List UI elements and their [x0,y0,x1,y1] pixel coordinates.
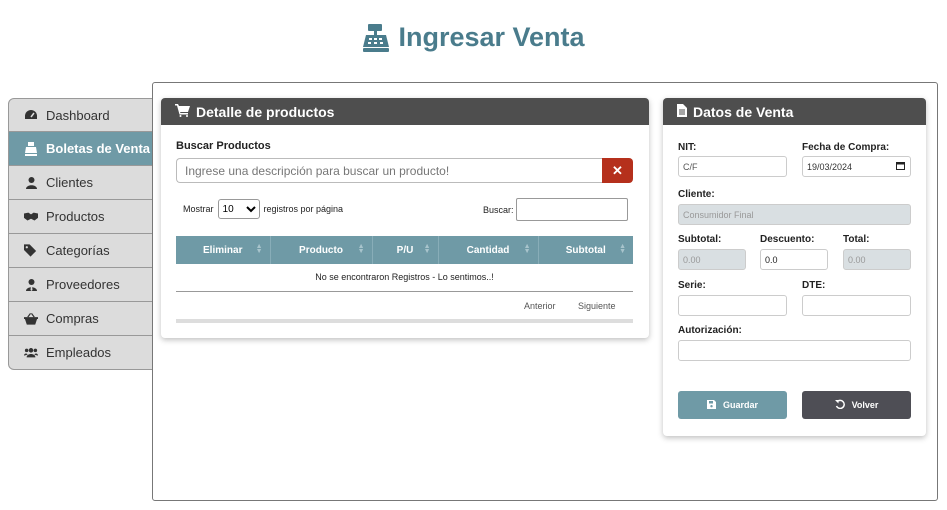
sale-data-card: Datos de Venta NIT: C/F Fecha de Compra:… [663,98,926,436]
sidebar-item-empleados[interactable]: Empleados [8,336,154,370]
show-suffix-label: registros por página [263,204,344,214]
sort-icon: ▲ ▼ [357,243,365,255]
sidebar-item-productos[interactable]: Productos [8,200,154,234]
sidebar-item-label: Empleados [46,345,112,360]
back-button[interactable]: Volver [802,391,911,419]
sale-data-card-title: Datos de Venta [693,103,794,120]
sidebar-item-label: Clientes [46,175,93,190]
empty-table-message: No se encontraron Registros - Lo sentimo… [176,264,633,292]
sidebar-item-categorias[interactable]: Categorías [8,234,154,268]
page-length-select[interactable]: 10 [217,199,260,219]
sort-icon: ▲ ▼ [523,243,531,255]
column-header-subtotal[interactable]: Subtotal ▲ ▼ [538,236,633,264]
purchase-date-label: Fecha de Compra: [802,142,890,153]
close-icon: ✕ [612,162,623,178]
sidebar-item-boletas-de-venta[interactable]: Boletas de Venta [8,132,154,166]
search-products-input[interactable] [176,158,603,183]
sidebar-item-label: Compras [46,311,99,326]
save-button-label: Guardar [722,400,758,410]
basket-icon [24,312,38,326]
pagination-next[interactable]: Siguiente [578,301,616,311]
cash-register-icon [363,23,390,52]
cash-register-icon [24,141,38,156]
products-card-title: Detalle de productos [196,103,335,120]
table-filter: Buscar: [483,198,628,221]
handshake-icon [24,210,38,224]
clear-search-button[interactable]: ✕ [602,158,633,183]
discount-input[interactable]: 0.0 [760,249,828,270]
table-row: No se encontraron Registros - Lo sentimo… [176,264,633,292]
sidebar: Dashboard Boletas de Venta Clientes Prod… [8,98,154,370]
products-card-header: Detalle de productos [161,98,649,125]
total-input: 0.00 [843,249,911,270]
page-length-control: Mostrar 10 registros por página [183,199,343,219]
sidebar-item-dashboard[interactable]: Dashboard [8,98,154,132]
tachometer-icon [24,108,38,122]
column-header-producto[interactable]: Producto ▲ ▼ [270,236,373,264]
sidebar-item-compras[interactable]: Compras [8,302,154,336]
authorization-label: Autorización: [678,325,742,336]
purchase-date-input[interactable]: 19/03/2024 [802,156,911,177]
total-label: Total: [843,234,870,245]
client-label: Cliente: [678,189,715,200]
sort-icon: ▲ ▼ [255,243,263,255]
sort-icon: ▲ ▼ [423,243,431,255]
sidebar-item-label: Proveedores [46,277,120,292]
products-card: Detalle de productos Buscar Productos ✕ … [161,98,649,338]
serie-input[interactable] [678,295,787,316]
sidebar-item-label: Dashboard [46,107,110,123]
save-icon [706,399,716,411]
dte-label: DTE: [802,280,826,291]
client-input: Consumidor Final [678,204,911,225]
sidebar-item-label: Categorías [46,243,110,258]
pagination-previous[interactable]: Anterior [524,301,556,311]
tags-icon [24,244,38,258]
sidebar-item-label: Boletas de Venta [46,141,151,156]
subtotal-input: 0.00 [678,249,746,270]
authorization-input[interactable] [678,340,911,361]
page-title: Ingresar Venta [0,22,947,53]
file-invoice-icon [677,103,687,120]
serie-label: Serie: [678,280,706,291]
products-table: Eliminar ▲ ▼ Producto ▲ ▼ P/U ▲ ▼ Cantidad ▲ ▼ S… [176,236,633,292]
purchase-date-value: 19/03/2024 [807,161,853,172]
discount-label: Descuento: [760,234,815,245]
save-button[interactable]: Guardar [678,391,787,419]
sidebar-item-label: Productos [46,209,105,224]
user-icon [24,176,38,190]
column-header-cantidad[interactable]: Cantidad ▲ ▼ [438,236,539,264]
users-icon [24,346,38,360]
table-horizontal-scrollbar[interactable] [176,319,633,323]
calendar-icon[interactable] [896,161,905,172]
sort-icon: ▲ ▼ [619,243,626,255]
filter-label: Buscar: [483,204,514,215]
table-filter-input[interactable] [515,198,628,221]
dte-input[interactable] [802,295,911,316]
back-button-label: Volver [851,400,879,410]
search-products-label: Buscar Productos [176,140,271,152]
column-header-pu[interactable]: P/U ▲ ▼ [372,236,439,264]
show-prefix-label: Mostrar [183,204,214,214]
nit-input[interactable]: C/F [678,156,787,177]
sale-data-card-header: Datos de Venta [663,98,926,125]
column-header-eliminar[interactable]: Eliminar ▲ ▼ [176,236,271,264]
page-title-text: Ingresar Venta [398,22,585,52]
sidebar-item-proveedores[interactable]: Proveedores [8,268,154,302]
sidebar-item-clientes[interactable]: Clientes [8,166,154,200]
undo-icon [834,399,845,411]
shopping-cart-icon [175,103,190,120]
subtotal-label: Subtotal: [678,234,722,245]
user-tie-icon [24,278,38,292]
nit-label: NIT: [678,142,697,153]
table-header-row: Eliminar ▲ ▼ Producto ▲ ▼ P/U ▲ ▼ Cantidad ▲ ▼ S… [176,236,633,264]
